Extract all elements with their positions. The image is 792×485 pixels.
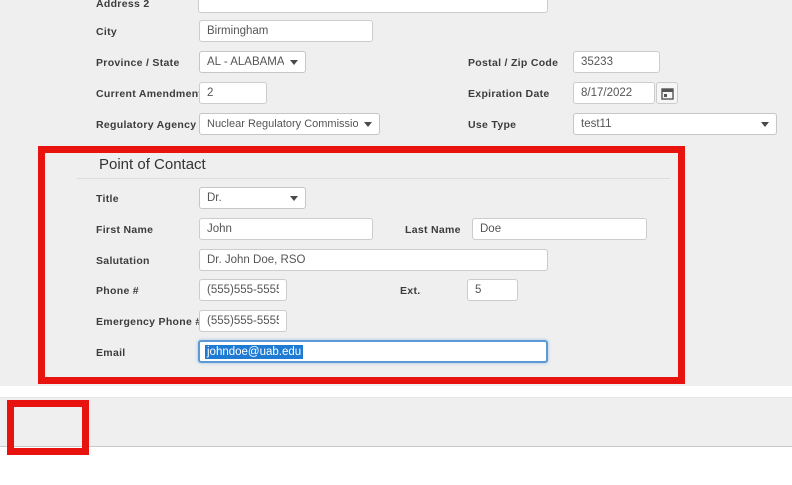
email-field[interactable]: johndoe@uab.edu <box>198 340 548 363</box>
email-label: Email <box>96 347 126 359</box>
province-state-label: Province / State <box>96 57 180 69</box>
chevron-down-icon <box>290 60 298 65</box>
emergency-phone-input[interactable] <box>199 310 287 332</box>
poc-title-label: Title <box>96 193 119 205</box>
ext-label: Ext. <box>400 285 420 297</box>
chevron-down-icon <box>364 122 372 127</box>
salutation-input[interactable] <box>199 249 548 271</box>
salutation-label: Salutation <box>96 255 150 267</box>
last-name-label: Last Name <box>405 224 461 236</box>
emergency-phone-label: Emergency Phone # <box>96 316 201 328</box>
chevron-down-icon <box>290 196 298 201</box>
province-state-value: AL - ALABAMA <box>207 56 284 68</box>
regulatory-agency-select[interactable]: Nuclear Regulatory Commission <box>199 113 380 135</box>
first-name-input[interactable] <box>199 218 373 240</box>
expiration-date-label: Expiration Date <box>468 88 550 100</box>
postal-zip-label: Postal / Zip Code <box>468 57 558 69</box>
phone-label: Phone # <box>96 285 139 297</box>
use-type-select[interactable]: test11 <box>573 113 777 135</box>
first-name-label: First Name <box>96 224 153 236</box>
section-divider <box>77 178 670 179</box>
province-state-select[interactable]: AL - ALABAMA <box>199 51 306 73</box>
date-picker-button[interactable] <box>656 82 678 104</box>
address2-label: Address 2 <box>96 0 149 10</box>
point-of-contact-heading: Point of Contact <box>99 156 206 173</box>
regulatory-agency-value: Nuclear Regulatory Commission <box>207 118 358 130</box>
chevron-down-icon <box>761 122 769 127</box>
email-selected-text: johndoe@uab.edu <box>205 345 303 359</box>
poc-title-value: Dr. <box>207 192 222 204</box>
use-type-value: test11 <box>581 118 611 130</box>
city-input[interactable] <box>199 20 373 42</box>
poc-title-select[interactable]: Dr. <box>199 187 306 209</box>
use-type-label: Use Type <box>468 119 516 131</box>
footer-bar: Save Cancel <box>0 397 792 447</box>
form-area: Address 2 City Province / State AL - ALA… <box>0 0 792 386</box>
license-form-screen: Address 2 City Province / State AL - ALA… <box>0 0 792 485</box>
address2-input[interactable] <box>198 0 548 13</box>
current-amendment-input[interactable] <box>199 82 267 104</box>
calendar-icon <box>661 87 674 100</box>
phone-input[interactable] <box>199 279 287 301</box>
current-amendment-label: Current Amendment # <box>96 88 212 100</box>
city-label: City <box>96 26 117 38</box>
expiration-date-input[interactable] <box>573 82 655 104</box>
last-name-input[interactable] <box>472 218 647 240</box>
regulatory-agency-label: Regulatory Agency <box>96 119 196 131</box>
ext-input[interactable] <box>467 279 518 301</box>
postal-zip-input[interactable] <box>573 51 660 73</box>
